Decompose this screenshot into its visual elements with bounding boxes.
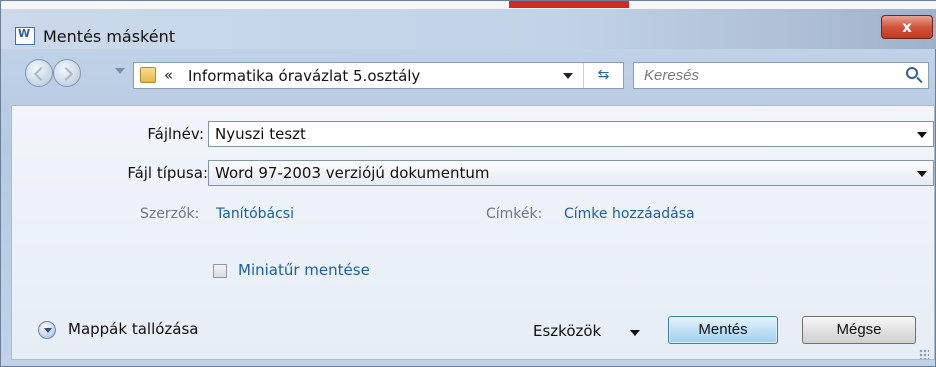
close-button[interactable]: x	[881, 15, 933, 39]
filename-value: Nyuszi teszt	[215, 125, 306, 143]
background-red-strip	[509, 1, 629, 8]
back-button[interactable]	[25, 59, 53, 87]
tools-dropdown-icon[interactable]	[630, 330, 640, 336]
breadcrumb-overflow-icon[interactable]: «	[164, 66, 173, 84]
authors-label: Szerzők:	[140, 206, 200, 222]
search-input[interactable]	[634, 63, 900, 88]
filename-label: Fájlnév:	[147, 125, 204, 143]
tags-value[interactable]: Címke hozzáadása	[564, 206, 695, 222]
chevron-down-icon[interactable]	[38, 321, 56, 339]
refresh-button[interactable]: ⇆	[583, 63, 623, 88]
resize-grip[interactable]	[917, 347, 929, 359]
tools-menu[interactable]: Eszközök	[533, 322, 601, 340]
history-dropdown-icon[interactable]	[115, 68, 125, 74]
filetype-select[interactable]: Word 97-2003 verziójú dokumentum	[208, 160, 934, 186]
filename-dropdown-icon[interactable]	[917, 132, 927, 138]
breadcrumb[interactable]: Informatika óravázlat 5.osztály	[188, 67, 420, 85]
tags-label: Címkék:	[486, 206, 543, 222]
cancel-button[interactable]: Mégse	[802, 316, 916, 344]
address-bar[interactable]: « Informatika óravázlat 5.osztály ⇆	[133, 62, 624, 89]
thumbnail-label[interactable]: Miniatűr mentése	[238, 261, 370, 279]
word-doc-icon	[15, 27, 35, 45]
forward-button[interactable]	[53, 59, 81, 87]
title-bar[interactable]: Mentés másként x	[1, 9, 936, 49]
address-dropdown-icon[interactable]	[563, 73, 573, 79]
thumbnail-checkbox[interactable]	[213, 264, 227, 278]
authors-value[interactable]: Tanítóbácsi	[216, 206, 294, 222]
browse-folders-link[interactable]: Mappák tallózása	[68, 320, 198, 338]
background-window-strip	[1, 1, 936, 9]
navigation-bar: « Informatika óravázlat 5.osztály ⇆	[1, 51, 936, 95]
folder-icon	[140, 67, 156, 83]
search-box[interactable]	[633, 62, 929, 89]
filetype-dropdown-icon[interactable]	[917, 171, 927, 177]
filetype-value: Word 97-2003 verziójú dokumentum	[215, 164, 490, 182]
search-icon[interactable]	[906, 67, 918, 79]
window-title: Mentés másként	[43, 27, 176, 46]
save-options-panel: Fájlnév: Nyuszi teszt Fájl típusa: Word …	[11, 105, 935, 360]
dialog-window: Mentés másként x « Informatika óravázlat…	[0, 0, 936, 367]
filetype-label: Fájl típusa:	[127, 164, 208, 182]
filename-field[interactable]: Nyuszi teszt	[208, 121, 934, 147]
save-button[interactable]: Mentés	[668, 316, 778, 344]
